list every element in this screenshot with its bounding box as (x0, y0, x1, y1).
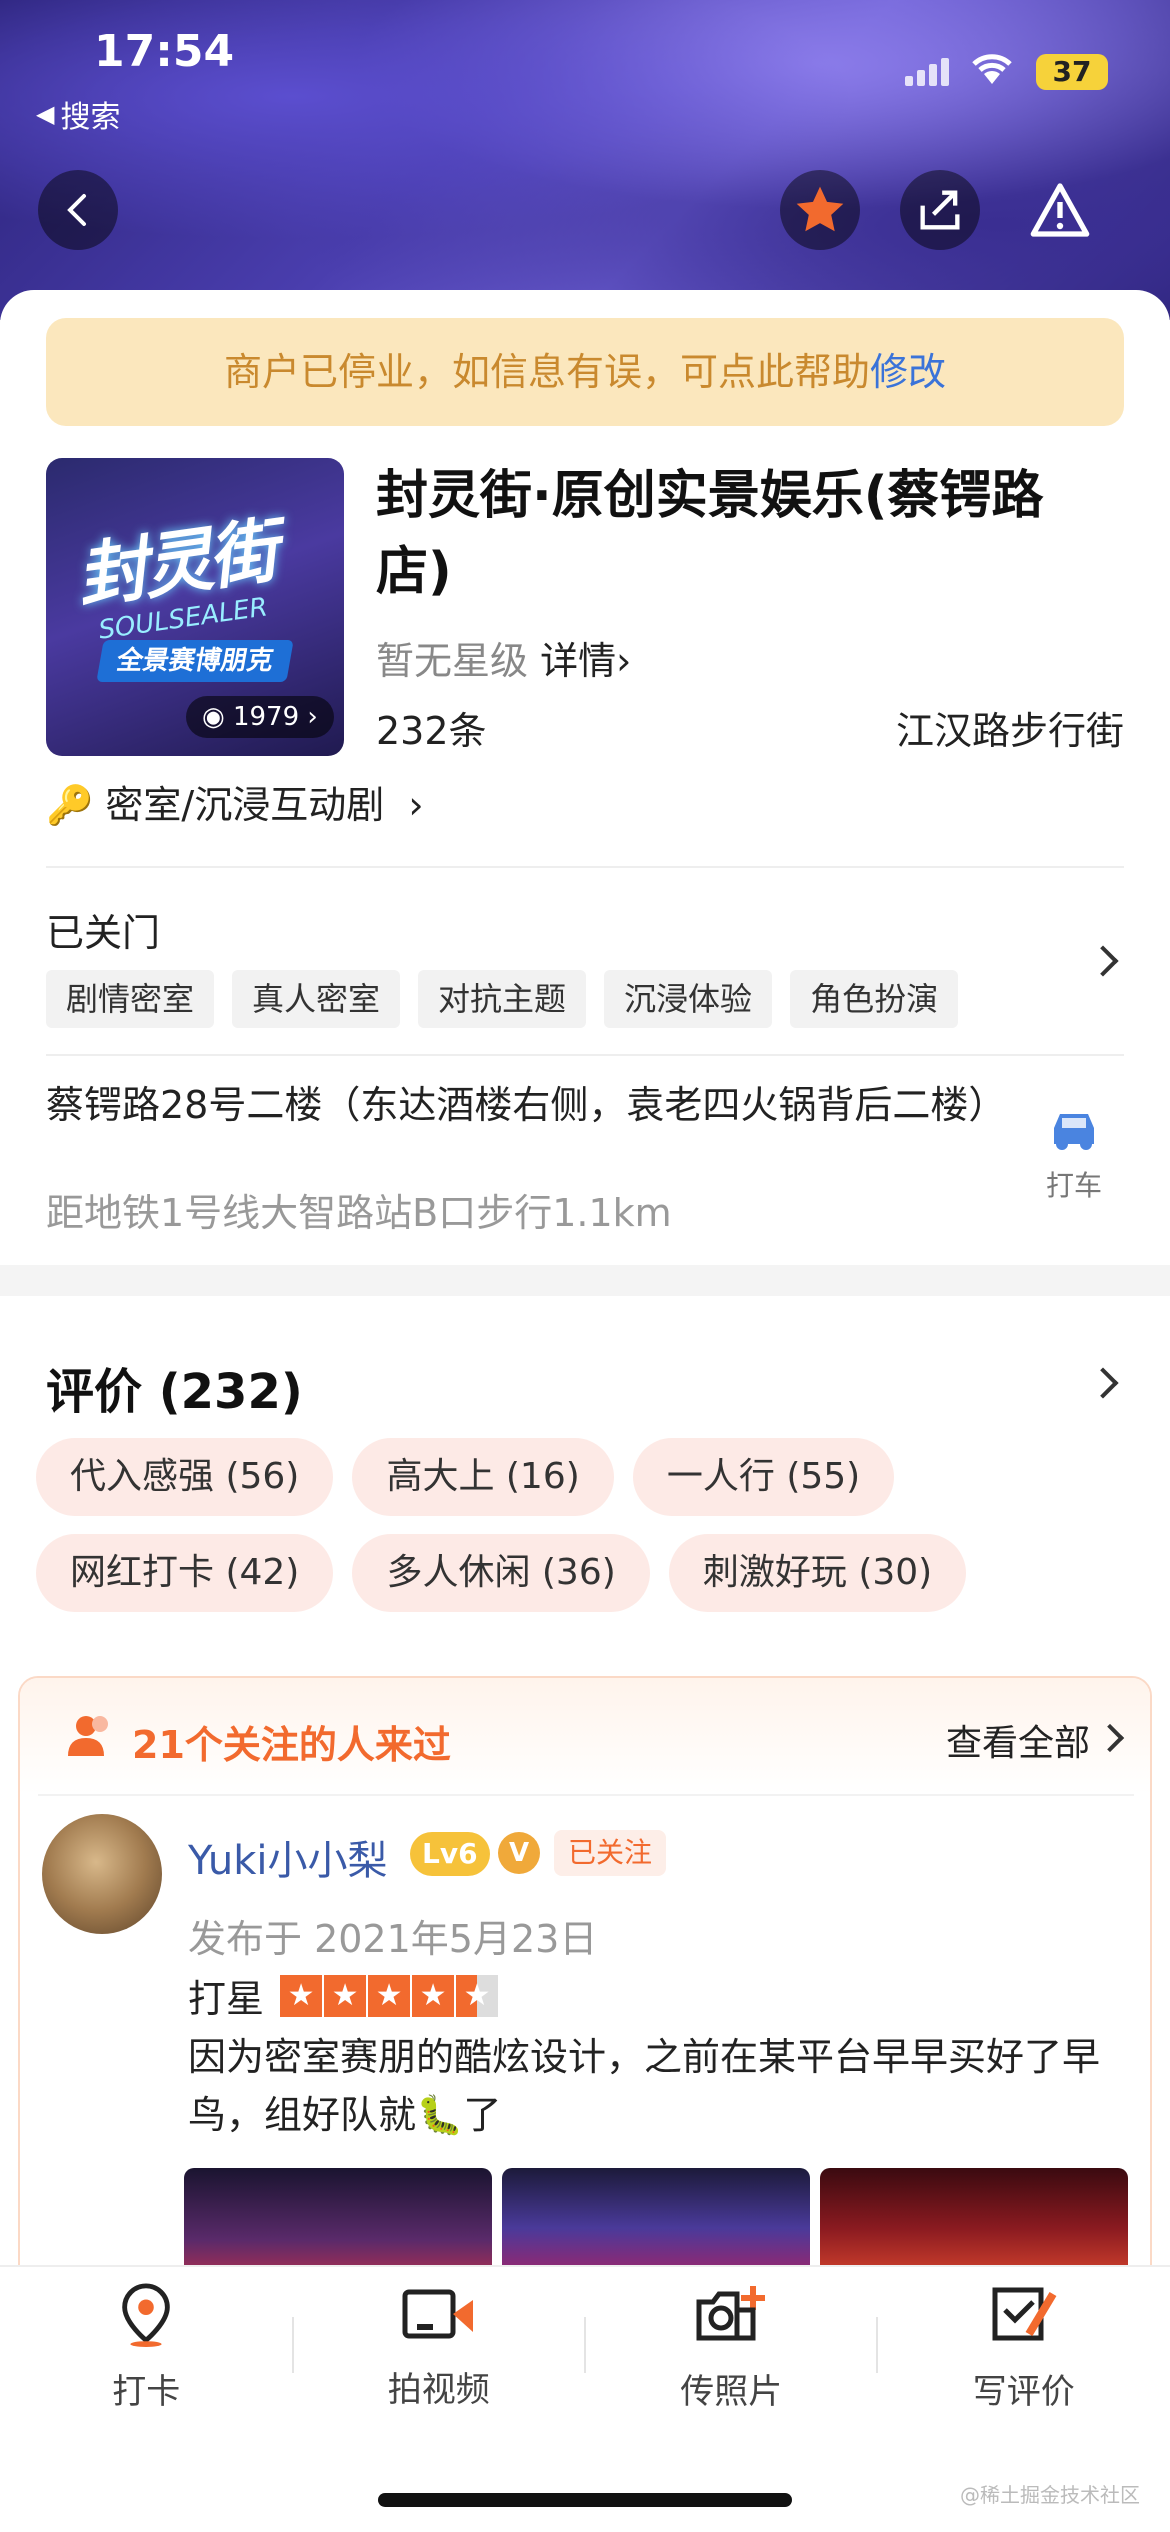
photo-count-badge[interactable]: ◉ 1979 › (186, 696, 334, 738)
back-to-search-link[interactable]: ◀ 搜索 (36, 92, 120, 136)
area-link[interactable]: 江汉路步行街 (896, 700, 1124, 755)
wifi-icon (972, 54, 1012, 84)
tag: 对抗主题 (418, 970, 587, 1028)
tab-label: 写评价 (972, 2371, 1075, 2412)
location-pin-icon (122, 2282, 171, 2347)
report-button[interactable] (1020, 170, 1100, 250)
status-time: 17:54 (94, 26, 235, 77)
home-indicator[interactable] (378, 2493, 792, 2507)
level-badge: Lv6 (410, 1832, 490, 1876)
category-text: 密室/沉浸互动剧 (105, 783, 385, 827)
review-text[interactable]: 因为密室赛朋的酷炫设计，之前在某平台早早买好了早鸟，组好队就🐛了 (188, 2028, 1128, 2144)
camera-add-icon (696, 2285, 766, 2340)
video-button[interactable]: 拍视频 (293, 2284, 586, 2411)
chevron-right-icon (1095, 1723, 1125, 1753)
review-pill[interactable]: 网红打卡 (42) (36, 1534, 334, 1612)
tag: 真人密室 (232, 970, 401, 1028)
shop-tags[interactable]: 剧情密室 真人密室 对抗主题 沉浸体验 角色扮演 (46, 970, 959, 1028)
avatar[interactable] (42, 1814, 162, 1934)
review-pill[interactable]: 代入感强 (56) (36, 1438, 334, 1516)
back-button[interactable] (38, 170, 118, 250)
divider (876, 2317, 878, 2373)
star-half-icon: ★ (456, 1974, 499, 2017)
notice-text: 商户已停业，如信息有误，可点此帮助 (223, 350, 870, 394)
reviews-title[interactable]: 评价 (232) (46, 1352, 303, 1422)
review-count[interactable]: 232条 (376, 700, 487, 755)
bottom-action-bar: 打卡 拍视频 传照片 写评价 @稀土掘金技术社区 (0, 2265, 1170, 2532)
status-bar: 17:54 ◀ 搜索 37 (0, 0, 1170, 135)
car-icon (1054, 1114, 1094, 1150)
review-pill[interactable]: 刺激好玩 (30) (668, 1534, 967, 1612)
back-app-label: 搜索 (60, 100, 121, 135)
favorite-button[interactable] (780, 170, 860, 250)
followed-header[interactable]: 21个关注的人来过 查看全部 (20, 1678, 1150, 1794)
shop-name: 封灵街·原创实景娱乐(蔡锷路店) (376, 466, 1044, 602)
camera-icon: ◉ (202, 702, 225, 732)
chevron-right-icon: › (408, 783, 424, 827)
shop-address[interactable]: 蔡锷路28号二楼（东达酒楼右侧，袁老四火锅背后二楼） (46, 1082, 1006, 1128)
view-all-link[interactable]: 查看全部 (946, 1714, 1090, 1766)
share-button[interactable] (900, 170, 980, 250)
share-icon (920, 190, 960, 230)
video-icon (402, 2289, 473, 2338)
details-link[interactable]: 详情 (540, 639, 616, 683)
divider (46, 866, 1124, 868)
rating-text: 暂无星级 (376, 639, 529, 683)
edit-review-icon (992, 2287, 1057, 2340)
star-icon: ★ (324, 1974, 367, 2017)
watermark: @稀土掘金技术社区 (960, 2483, 1140, 2507)
upload-photo-button[interactable]: 传照片 (585, 2282, 878, 2413)
star-icon (796, 186, 844, 232)
taxi-label: 打车 (1046, 1169, 1103, 1202)
notice-edit-link[interactable]: 修改 (870, 350, 946, 394)
divider (292, 2317, 294, 2373)
closed-notice[interactable]: 商户已停业，如信息有误，可点此帮助修改 (46, 318, 1124, 426)
review-rating: 打星 ★ ★ ★ ★ ★ (188, 1968, 500, 2023)
review-pill[interactable]: 多人休闲 (36) (352, 1534, 650, 1612)
warning-icon (1030, 183, 1090, 237)
battery-indicator: 37 (1036, 54, 1108, 90)
chevron-right-icon: › (616, 639, 632, 683)
tag: 沉浸体验 (604, 970, 773, 1028)
thumb-tagline: 全景赛博朋克 (96, 640, 294, 682)
chevron-right-icon[interactable] (1087, 1367, 1119, 1399)
write-review-button[interactable]: 写评价 (878, 2282, 1170, 2413)
followed-badge: 已关注 (554, 1830, 667, 1876)
divider (46, 1054, 1124, 1056)
signal-icon (905, 58, 953, 90)
category-row[interactable]: 🔑 密室/沉浸互动剧 › (46, 774, 424, 829)
rating-label: 打星 (188, 1977, 265, 2021)
star-icon: ★ (412, 1974, 455, 2017)
shop-photo[interactable]: 封灵街 SOULSEALER 全景赛博朋克 ◉ 1979 › (46, 458, 344, 756)
key-icon: 🔑 (46, 783, 94, 827)
shop-info-card: 商户已停业，如信息有误，可点此帮助修改 封灵街 SOULSEALER 全景赛博朋… (0, 290, 1170, 1265)
people-icon (68, 1716, 108, 1756)
photo-count: 1979 (232, 702, 300, 732)
tab-label: 拍视频 (387, 2369, 490, 2410)
divider (584, 2317, 586, 2373)
review-date: 发布于 2021年5月23日 (188, 1917, 598, 1961)
vip-badge: V (498, 1832, 540, 1874)
metro-distance: 距地铁1号线大智路站B口步行1.1km (46, 1191, 672, 1235)
hours-status: 已关门 (46, 911, 161, 955)
review-pill[interactable]: 高大上 (16) (352, 1438, 614, 1516)
tag: 角色扮演 (790, 970, 959, 1028)
chevron-right-icon[interactable] (1087, 945, 1119, 977)
star-rating: ★ ★ ★ ★ ★ (280, 1974, 500, 2017)
star-icon: ★ (368, 1974, 411, 2017)
taxi-button[interactable]: 打车 (1046, 1108, 1102, 1204)
tag: 剧情密室 (46, 970, 215, 1028)
review-pill[interactable]: 一人行 (55) (632, 1438, 895, 1516)
chevron-left-icon (67, 194, 86, 226)
checkin-button[interactable]: 打卡 (0, 2282, 293, 2413)
star-icon: ★ (280, 1974, 323, 2017)
rating-row[interactable]: 暂无星级 详情› (376, 630, 631, 685)
reviewer-name[interactable]: Yuki小小梨 (188, 1828, 387, 1886)
divider (38, 1794, 1134, 1796)
review-tag-pills: 代入感强 (56) 高大上 (16) 一人行 (55) 网红打卡 (42) 多人… (36, 1438, 1136, 1630)
followed-title: 21个关注的人来过 (132, 1723, 451, 1767)
tab-label: 打卡 (112, 2371, 181, 2412)
chevron-right-icon: › (307, 702, 318, 732)
tab-label: 传照片 (680, 2371, 783, 2412)
